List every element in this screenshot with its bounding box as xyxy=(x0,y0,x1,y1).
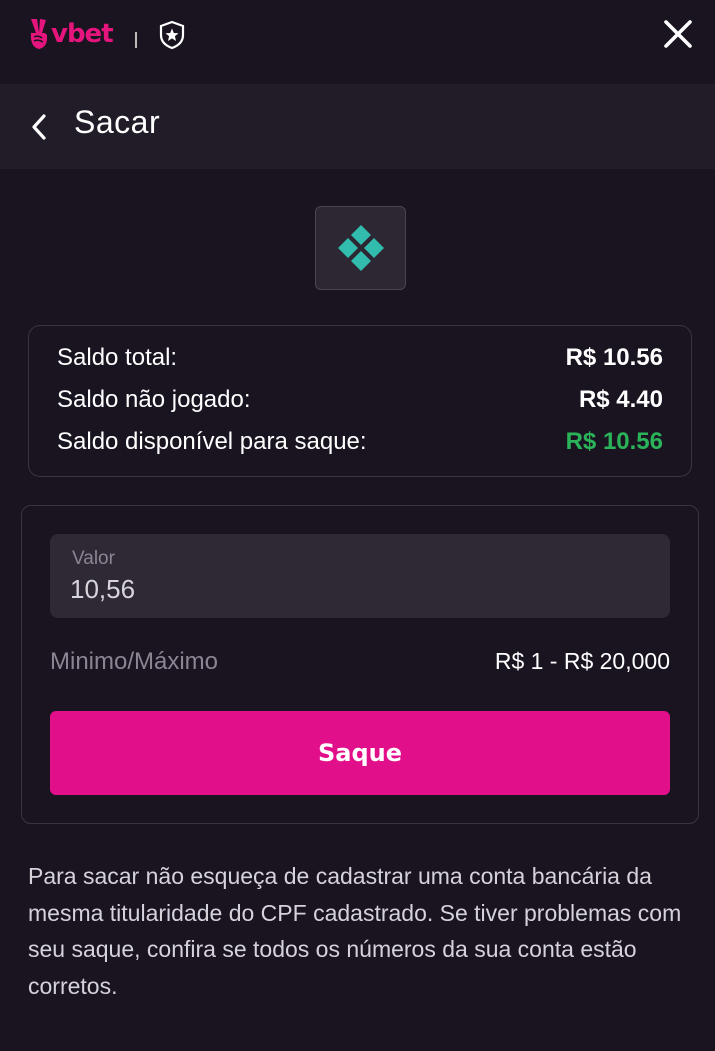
chevron-left-icon[interactable] xyxy=(28,112,50,142)
min-max-label: Minimo/Máximo xyxy=(50,648,219,675)
min-max-value: R$ 1 - R$ 20,000 xyxy=(494,648,670,674)
vbet-logo[interactable]: vbet xyxy=(28,16,114,52)
payment-method-pix[interactable] xyxy=(315,206,406,290)
logo-text: vbet xyxy=(51,19,114,49)
balance-summary: Saldo total: R$ 10.56 Saldo não jogado: … xyxy=(28,325,692,477)
amount-input[interactable]: Valor 10,56 xyxy=(50,534,670,618)
amount-input-value[interactable]: 10,56 xyxy=(70,574,135,605)
balance-available-value: R$ 10.56 xyxy=(565,428,663,455)
balance-total-row: Saldo total: R$ 10.56 xyxy=(57,341,663,375)
logo-divider xyxy=(135,32,137,48)
amount-input-label: Valor xyxy=(72,548,115,569)
victory-hand-icon xyxy=(30,19,48,49)
shield-star-icon[interactable] xyxy=(158,20,186,50)
pix-icon xyxy=(337,225,384,271)
balance-unplayed-value: R$ 4.40 xyxy=(578,386,663,413)
balance-available-row: Saldo disponível para saque: R$ 10.56 xyxy=(57,425,663,459)
withdraw-notice: Para sacar não esqueça de cadastrar uma … xyxy=(28,863,682,999)
balance-unplayed-label: Saldo não jogado: xyxy=(57,386,251,413)
page-title: Sacar xyxy=(74,104,161,140)
withdraw-button[interactable]: Saque xyxy=(50,711,670,795)
balance-total-value: R$ 10.56 xyxy=(565,344,663,371)
balance-total-label: Saldo total: xyxy=(57,344,178,371)
balance-unplayed-row: Saldo não jogado: R$ 4.40 xyxy=(57,383,663,417)
balance-available-label: Saldo disponível para saque: xyxy=(57,428,367,455)
close-icon[interactable] xyxy=(662,18,694,50)
